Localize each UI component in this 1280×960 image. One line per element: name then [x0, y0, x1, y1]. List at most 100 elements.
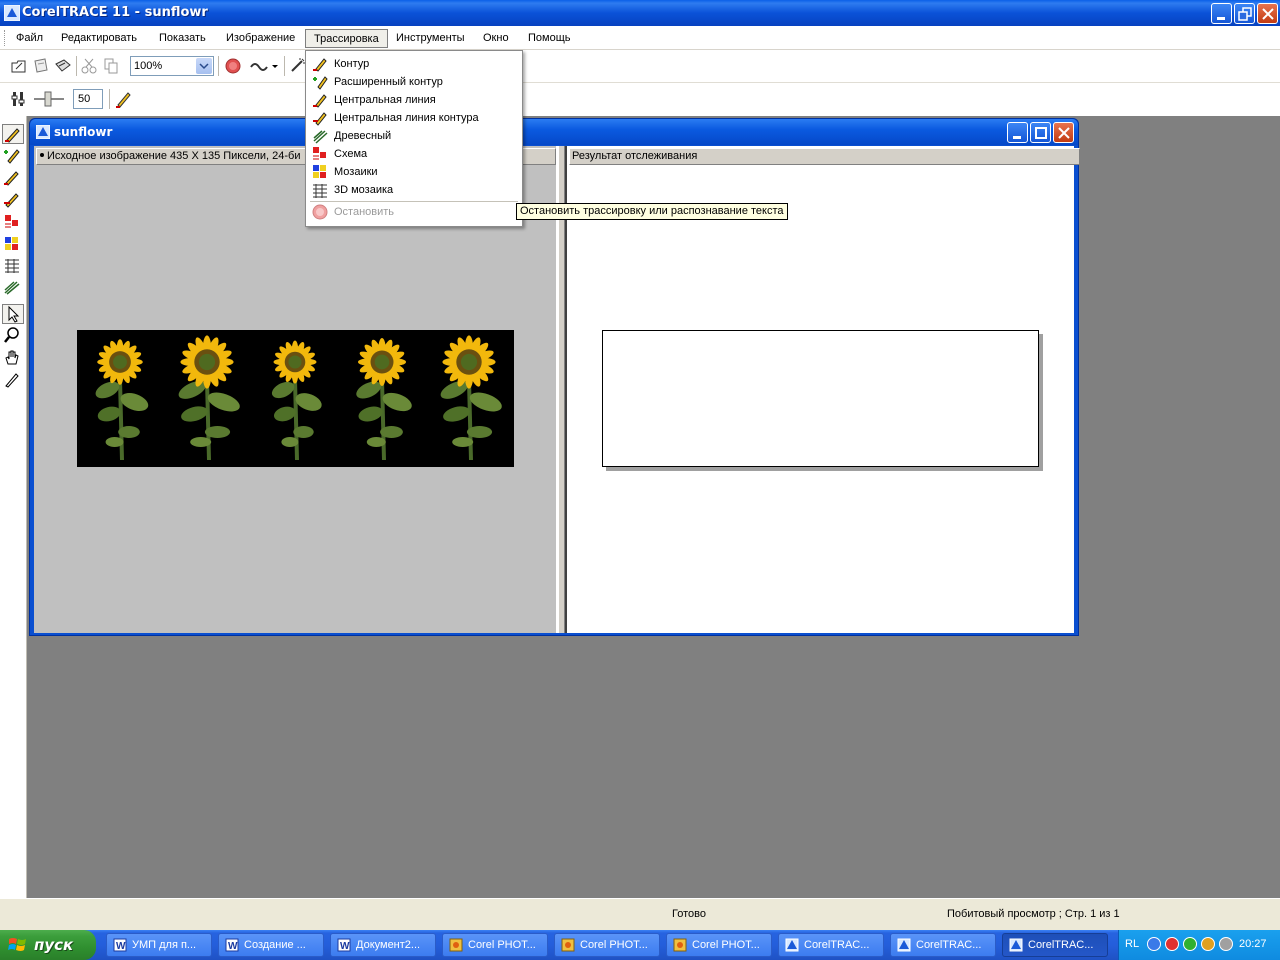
restore-icon	[1238, 7, 1252, 21]
menu-separator	[310, 201, 518, 202]
taskbar-task-button[interactable]: CorelTRAC...	[778, 933, 884, 957]
taskbar-task-button[interactable]: Corel PHOT...	[442, 933, 548, 957]
sketch-icon	[5, 215, 18, 228]
status-bar: Готово Побитовый просмотр ; Стр. 1 из 1	[0, 898, 1280, 930]
maximize-icon	[1035, 127, 1047, 139]
taskbar-task-button[interactable]: CorelTRAC...	[1002, 933, 1108, 957]
menu-view[interactable]: Показать	[151, 29, 214, 48]
open-button[interactable]	[8, 55, 30, 77]
outline-trace-icon	[5, 128, 20, 143]
doc-maximize-button[interactable]	[1030, 122, 1051, 143]
menu-edit[interactable]: Редактировать	[53, 29, 145, 48]
tool-pick[interactable]	[2, 304, 24, 324]
tool-zoom[interactable]	[2, 326, 24, 346]
trace-menu-label: Центральная линия	[334, 94, 436, 106]
sliders-icon	[11, 92, 25, 106]
tool-outline-centerline[interactable]	[2, 190, 24, 210]
taskbar-task-button[interactable]: W Документ2...	[330, 933, 436, 957]
taskbar-task-button[interactable]: Corel PHOT...	[666, 933, 772, 957]
taskbar-task-label: УМП для п...	[132, 939, 197, 951]
zoom-level-select[interactable]: 100%	[130, 56, 214, 76]
start-button[interactable]: пуск	[0, 930, 96, 960]
outline-trace-icon	[313, 58, 327, 72]
trace-menu-label: Расширенный контур	[334, 76, 443, 88]
taskbar-task-button[interactable]: CorelTRAC...	[890, 933, 996, 957]
minimize-icon	[1217, 17, 1225, 20]
sunflowers-picture	[95, 335, 502, 461]
document-title-bar[interactable]: sunflowr	[30, 119, 1078, 145]
copy-button[interactable]	[100, 55, 122, 77]
toolbar-separator	[284, 56, 286, 76]
menu-tools[interactable]: Инструменты	[388, 29, 473, 48]
close-icon	[1058, 127, 1070, 139]
menu-help[interactable]: Помощь	[520, 29, 579, 48]
corel-photo-icon	[561, 938, 575, 952]
app-title-bar[interactable]: CorelTRACE 11 - sunflowr	[0, 0, 1280, 26]
language-indicator[interactable]: RL	[1125, 938, 1139, 950]
word-icon: W	[225, 938, 239, 952]
trace-menu-outline-centerline[interactable]: Центральная линия контура	[308, 109, 520, 127]
tool-eyedropper[interactable]	[2, 370, 24, 390]
close-button[interactable]	[1257, 3, 1278, 24]
tool-sketch[interactable]	[2, 212, 24, 232]
doc-close-button[interactable]	[1053, 122, 1074, 143]
sunflower-source-image	[77, 330, 514, 467]
trace-menu-centerline[interactable]: Центральная линия	[308, 91, 520, 109]
tool-pan[interactable]	[2, 348, 24, 368]
stop-tooltip: Остановить трассировку или распознавание…	[516, 203, 788, 220]
detail-slider[interactable]	[32, 88, 66, 110]
trace-menu-sketch[interactable]: Схема	[308, 145, 520, 163]
mosaic-icon	[313, 165, 326, 178]
save-icon	[34, 58, 48, 73]
menu-window[interactable]: Окно	[475, 29, 517, 48]
trace-menu-woodcut[interactable]: Древесный	[308, 127, 520, 145]
apply-trace-button[interactable]	[113, 88, 135, 110]
chevron-down-icon[interactable]	[196, 58, 212, 74]
tool-3d-mosaic[interactable]	[2, 256, 24, 276]
menu-image[interactable]: Изображение	[218, 29, 303, 48]
menubar-grip[interactable]	[4, 30, 7, 46]
stop-trace-button[interactable]	[222, 55, 244, 77]
tool-woodcut[interactable]	[2, 278, 24, 298]
taskbar-task-button[interactable]: W УМП для п...	[106, 933, 212, 957]
trace-options-dropdown[interactable]	[247, 55, 283, 77]
mosaic-icon	[5, 237, 18, 250]
menu-trace[interactable]: Трассировка	[305, 29, 388, 48]
clock: 20:27	[1239, 938, 1267, 950]
doc-minimize-button[interactable]	[1007, 122, 1028, 143]
minimize-button[interactable]	[1211, 3, 1232, 24]
tool-advanced-outline[interactable]	[2, 146, 24, 166]
export-button[interactable]	[52, 55, 74, 77]
save-button[interactable]	[30, 55, 52, 77]
trace-menu-label: Контур	[334, 58, 370, 70]
cut-button[interactable]	[78, 55, 100, 77]
trace-menu-advanced-outline[interactable]: Расширенный контур	[308, 73, 520, 91]
detail-settings-button[interactable]	[8, 88, 30, 110]
messenger-icon[interactable]	[1201, 937, 1215, 951]
trace-menu-3d-mosaic[interactable]: 3D мозаика	[308, 181, 520, 199]
centerline-icon	[4, 171, 19, 186]
antivirus-icon[interactable]	[1165, 937, 1179, 951]
toolbar-separator	[218, 56, 220, 76]
trace-menu-stop[interactable]: Остановить	[308, 203, 520, 221]
taskbar-task-button[interactable]: W Создание ...	[218, 933, 324, 957]
tool-outline-trace[interactable]	[2, 124, 24, 144]
volume-icon[interactable]	[1219, 937, 1233, 951]
sketch-icon	[313, 147, 326, 160]
tray-back-icon[interactable]	[1147, 937, 1161, 951]
taskbar-task-button[interactable]: Corel PHOT...	[554, 933, 660, 957]
restore-button[interactable]	[1234, 3, 1255, 24]
result-pane-header: Результат отслеживания	[569, 148, 1080, 165]
detail-value-input[interactable]: 50	[73, 89, 103, 109]
pointer-arrow-icon	[8, 305, 20, 323]
shield-check-icon[interactable]	[1183, 937, 1197, 951]
menu-file[interactable]: Файл	[8, 29, 51, 48]
trace-menu-mosaic[interactable]: Мозаики	[308, 163, 520, 181]
sunflower-plant	[356, 337, 412, 461]
coreltrace-app-icon	[4, 5, 20, 21]
hand-icon	[5, 350, 19, 365]
corel-photo-icon	[673, 938, 687, 952]
tool-centerline[interactable]	[2, 168, 24, 188]
tool-mosaic[interactable]	[2, 234, 24, 254]
trace-menu-outline[interactable]: Контур	[308, 55, 520, 73]
